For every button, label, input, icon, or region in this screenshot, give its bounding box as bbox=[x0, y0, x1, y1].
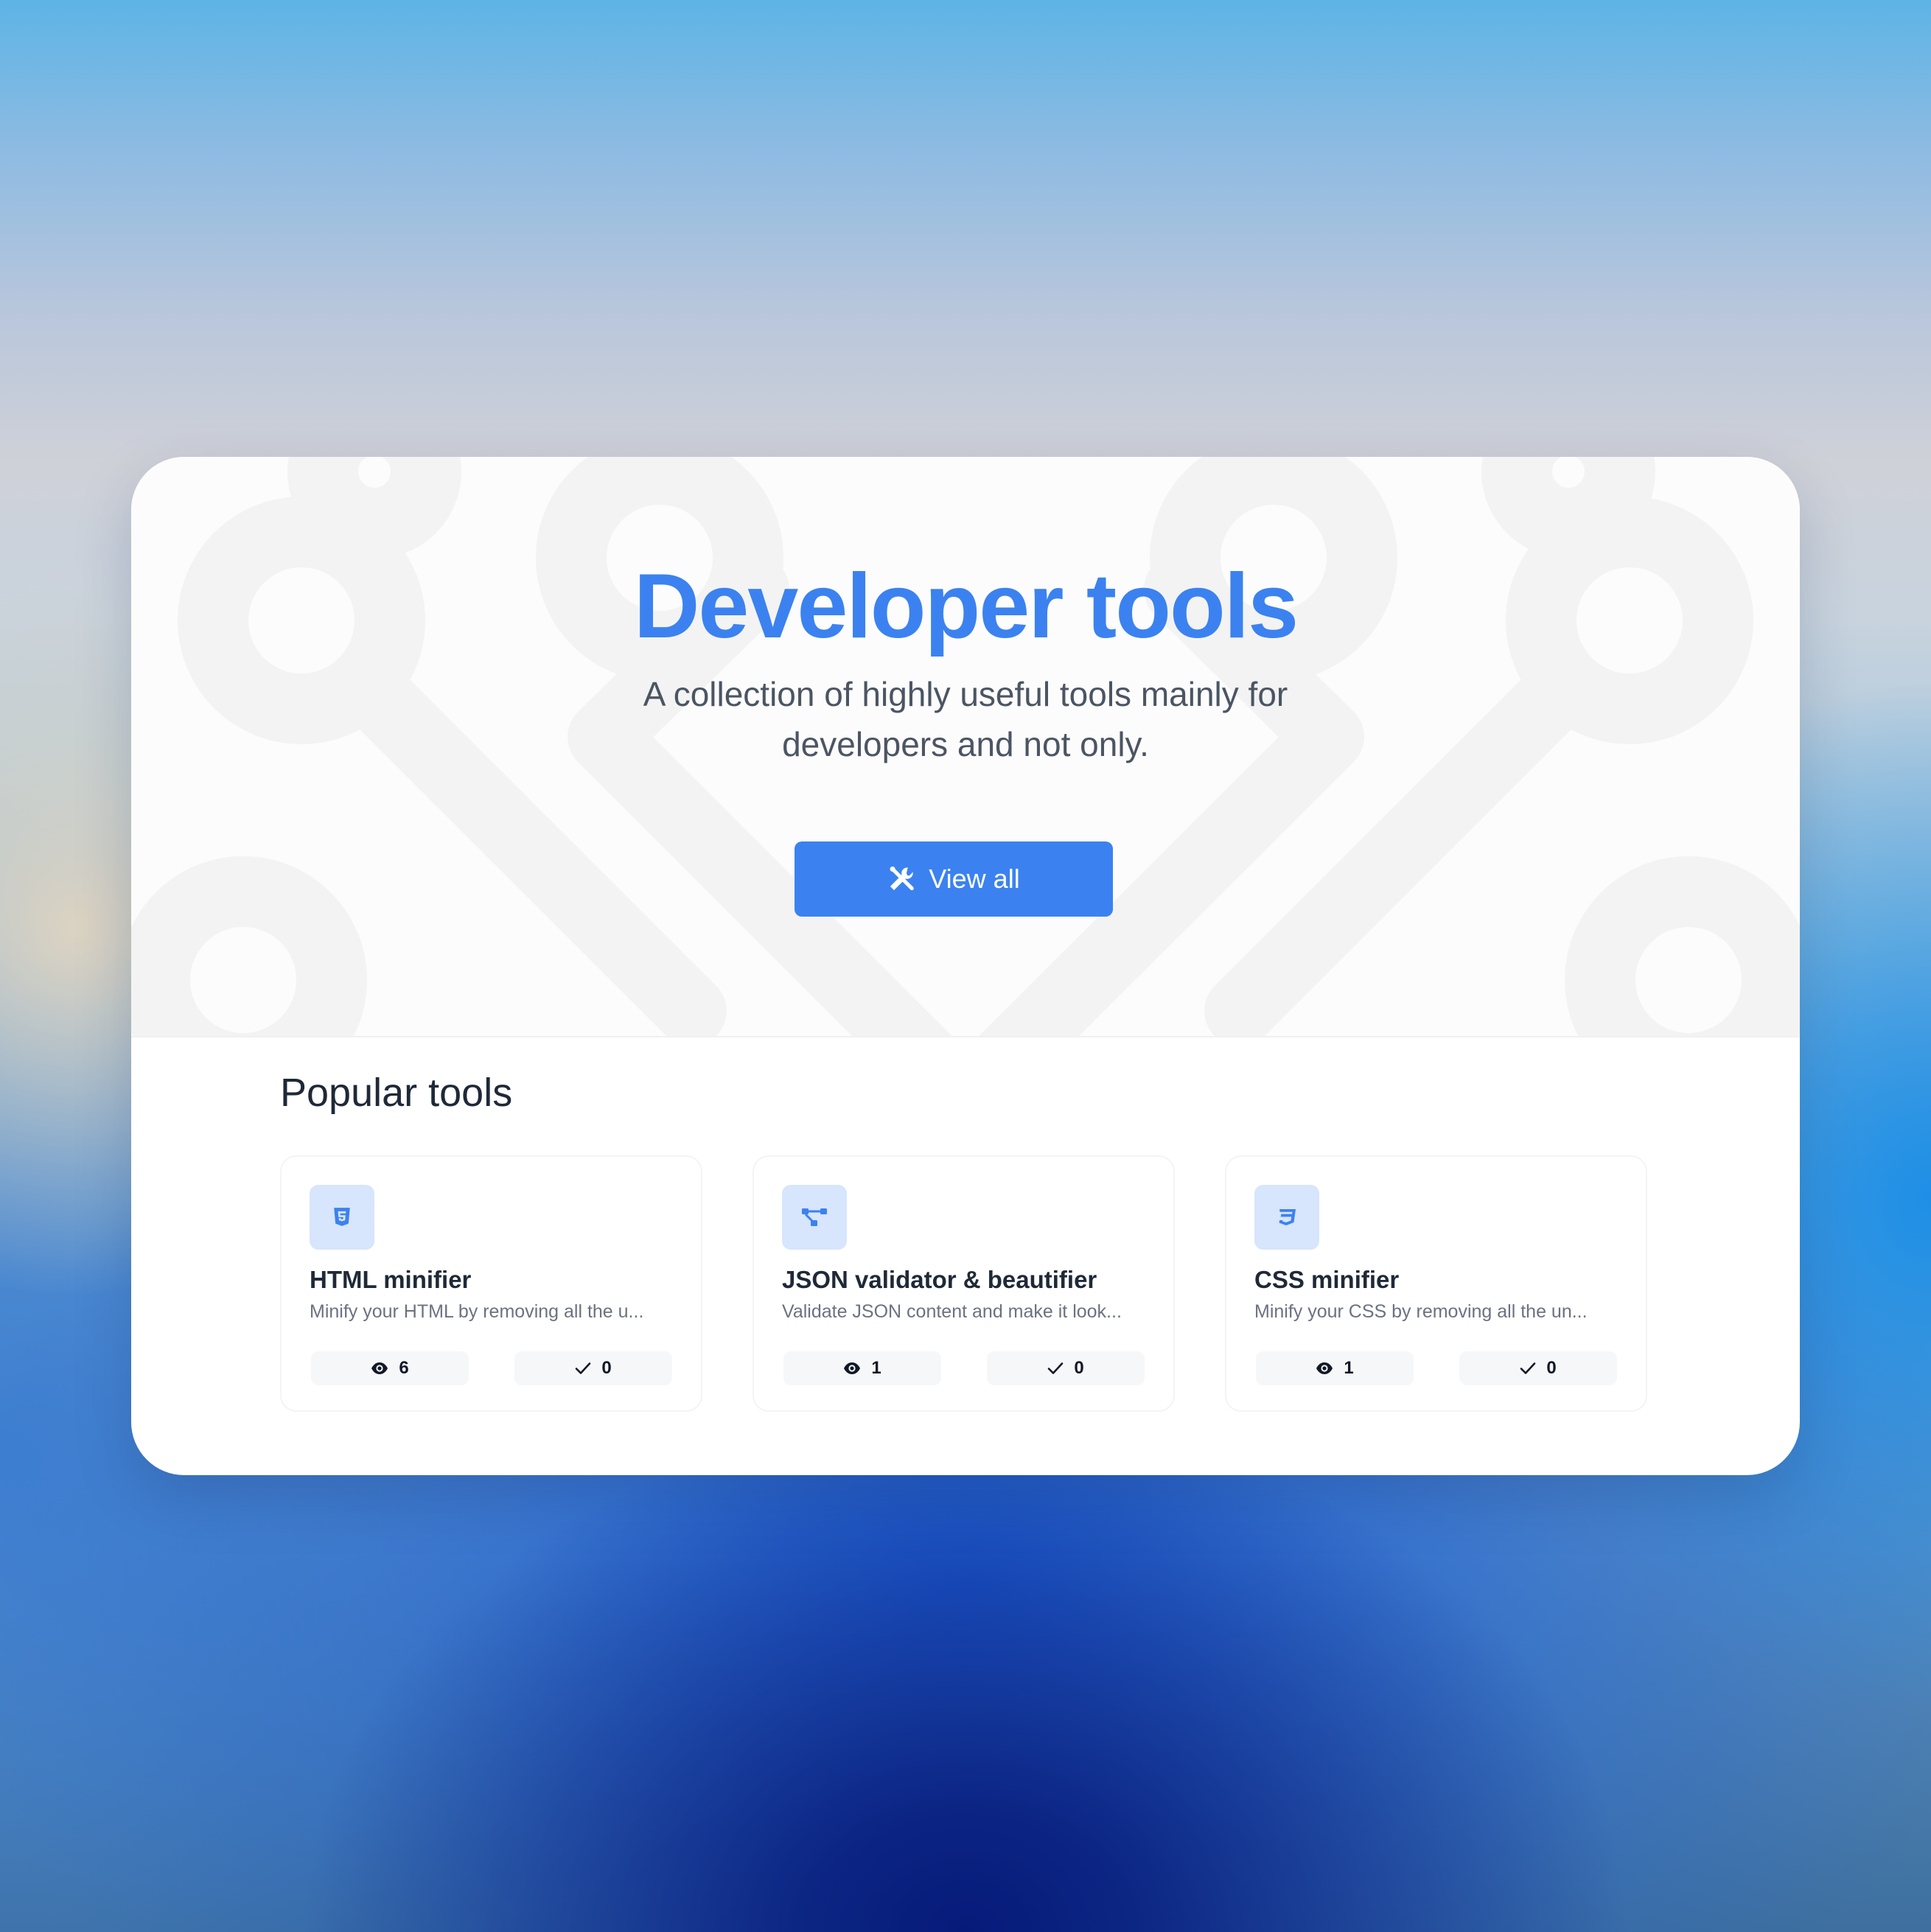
page-title: Developer tools bbox=[633, 556, 1299, 657]
checks-count-badge: 0 bbox=[514, 1351, 672, 1385]
views-count: 6 bbox=[399, 1358, 409, 1378]
popular-tools-heading: Popular tools bbox=[280, 1071, 513, 1115]
tool-name: JSON validator & beautifier bbox=[782, 1266, 1097, 1293]
hero-section: Developer tools A collection of highly u… bbox=[131, 457, 1800, 1037]
views-count: 1 bbox=[871, 1358, 881, 1378]
view-all-button[interactable]: View all bbox=[795, 841, 1113, 917]
popular-tools-list: HTML minifier Minify your HTML by removi… bbox=[280, 1155, 1647, 1412]
check-icon bbox=[1520, 1362, 1536, 1374]
eye-icon bbox=[844, 1362, 861, 1374]
check-icon bbox=[576, 1362, 591, 1374]
tool-description: Minify your HTML by removing all the u..… bbox=[310, 1301, 644, 1322]
diagram-icon bbox=[782, 1185, 847, 1250]
views-count-badge: 6 bbox=[311, 1351, 469, 1385]
checks-count: 0 bbox=[601, 1358, 612, 1378]
checks-count: 0 bbox=[1074, 1358, 1084, 1378]
css3-icon bbox=[1254, 1185, 1319, 1250]
checks-count-badge: 0 bbox=[987, 1351, 1145, 1385]
views-count-badge: 1 bbox=[1256, 1351, 1414, 1385]
checks-count: 0 bbox=[1546, 1358, 1557, 1378]
eye-icon bbox=[371, 1362, 388, 1374]
views-count-badge: 1 bbox=[783, 1351, 941, 1385]
html5-icon bbox=[310, 1185, 374, 1250]
tool-card-css-minifier[interactable]: CSS minifier Minify your CSS by removing… bbox=[1225, 1155, 1647, 1412]
tool-name: CSS minifier bbox=[1254, 1266, 1400, 1293]
checks-count-badge: 0 bbox=[1459, 1351, 1617, 1385]
tools-icon bbox=[890, 867, 915, 891]
view-all-label: View all bbox=[929, 864, 1020, 894]
eye-icon bbox=[1316, 1362, 1333, 1374]
tool-description: Validate JSON content and make it look..… bbox=[782, 1301, 1122, 1322]
page-subtitle: A collection of highly useful tools main… bbox=[643, 675, 1288, 763]
check-icon bbox=[1048, 1362, 1064, 1374]
tool-card-html-minifier[interactable]: HTML minifier Minify your HTML by removi… bbox=[280, 1155, 702, 1412]
tool-name: HTML minifier bbox=[310, 1266, 472, 1293]
tool-card-json-validator[interactable]: JSON validator & beautifier Validate JSO… bbox=[753, 1155, 1175, 1412]
views-count: 1 bbox=[1344, 1358, 1354, 1378]
tool-description: Minify your CSS by removing all the un..… bbox=[1254, 1301, 1588, 1322]
main-card: Developer tools A collection of highly u… bbox=[131, 457, 1800, 1475]
